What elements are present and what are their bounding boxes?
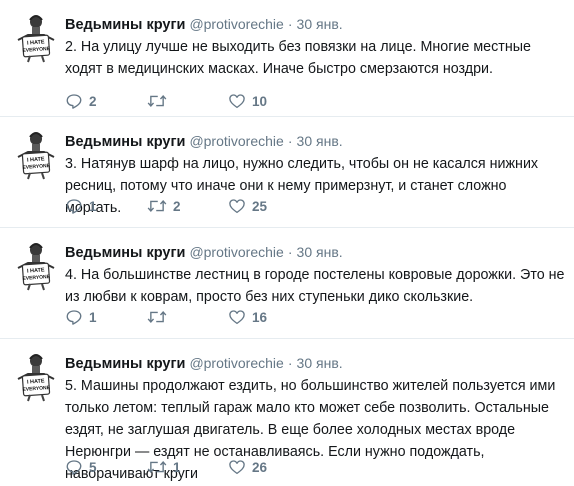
avatar[interactable]: I HATE EVERYONE (10, 12, 62, 64)
like-count: 25 (252, 198, 268, 214)
reply-count: 1 (89, 198, 97, 214)
avatar[interactable]: I HATE EVERYONE (10, 351, 62, 403)
tweet-feed: I HATE EVERYONE Ведьмины круги @protivor… (0, 0, 574, 486)
retweet-icon (147, 199, 167, 213)
retweet-count: 1 (173, 459, 181, 475)
tweet-text: 2. На улицу лучше не выходить без повязк… (65, 39, 531, 77)
author-handle[interactable]: @protivorechie (189, 355, 283, 371)
svg-text:I HATE: I HATE (27, 156, 45, 163)
tweet-actions: 5 1 26 (65, 457, 365, 477)
reply-button[interactable]: 1 (65, 196, 97, 216)
avatar-image: I HATE EVERYONE (10, 12, 62, 64)
heart-icon (229, 199, 245, 214)
retweet-button[interactable] (147, 91, 173, 111)
avatar[interactable]: I HATE EVERYONE (10, 240, 62, 292)
author-name[interactable]: Ведьмины круги (65, 134, 185, 150)
tweet-date[interactable]: 30 янв. (297, 355, 343, 371)
author-name[interactable]: Ведьмины круги (65, 245, 185, 261)
retweet-count: 2 (173, 198, 181, 214)
reply-icon (66, 94, 82, 109)
retweet-icon (147, 94, 167, 108)
svg-text:I HATE: I HATE (27, 267, 45, 274)
like-button[interactable]: 16 (228, 307, 267, 327)
tweet-header: Ведьмины круги @protivorechie · 30 янв. (65, 15, 343, 34)
like-count: 16 (252, 309, 268, 325)
author-handle[interactable]: @protivorechie (189, 133, 283, 149)
tweet-actions: 1 16 (65, 307, 365, 327)
reply-icon (66, 199, 82, 214)
tweet[interactable]: I HATE EVERYONE Ведьмины круги @protivor… (0, 339, 574, 486)
retweet-button[interactable] (147, 307, 173, 327)
tweet-actions: 1 2 25 (65, 196, 365, 216)
retweet-icon (147, 460, 167, 474)
tweet-actions: 2 10 (65, 91, 365, 111)
reply-icon (66, 310, 82, 325)
tweet[interactable]: I HATE EVERYONE Ведьмины круги @protivor… (0, 228, 574, 339)
svg-text:I HATE: I HATE (27, 39, 45, 46)
separator: · (287, 16, 293, 32)
tweet-header: Ведьмины круги @protivorechie · 30 янв. (65, 132, 343, 151)
tweet-header: Ведьмины круги @protivorechie · 30 янв. (65, 243, 343, 262)
tweet-date[interactable]: 30 янв. (297, 133, 343, 149)
reply-icon (66, 460, 82, 475)
reply-button[interactable]: 5 (65, 457, 97, 477)
heart-icon (229, 310, 245, 325)
like-button[interactable]: 26 (228, 457, 267, 477)
like-count: 10 (252, 93, 268, 109)
reply-count: 1 (89, 309, 97, 325)
tweet-text: 4. На большинстве лестниц в городе посте… (65, 267, 565, 305)
avatar-image: I HATE EVERYONE (10, 240, 62, 292)
separator: · (287, 355, 293, 371)
separator: · (287, 244, 293, 260)
like-button[interactable]: 25 (228, 196, 267, 216)
retweet-icon (147, 310, 167, 324)
heart-icon (229, 460, 245, 475)
tweet[interactable]: I HATE EVERYONE Ведьмины круги @protivor… (0, 117, 574, 228)
avatar-image: I HATE EVERYONE (10, 351, 62, 403)
tweet-date[interactable]: 30 янв. (297, 16, 343, 32)
retweet-button[interactable]: 1 (147, 457, 181, 477)
avatar[interactable]: I HATE EVERYONE (10, 129, 62, 181)
reply-button[interactable]: 1 (65, 307, 97, 327)
author-handle[interactable]: @protivorechie (189, 244, 283, 260)
avatar-image: I HATE EVERYONE (10, 129, 62, 181)
tweet[interactable]: I HATE EVERYONE Ведьмины круги @protivor… (0, 0, 574, 117)
author-name[interactable]: Ведьмины круги (65, 17, 185, 33)
retweet-button[interactable]: 2 (147, 196, 181, 216)
separator: · (287, 133, 293, 149)
author-name[interactable]: Ведьмины круги (65, 356, 185, 372)
like-button[interactable]: 10 (228, 91, 267, 111)
tweet-date[interactable]: 30 янв. (297, 244, 343, 260)
heart-icon (229, 94, 245, 109)
reply-button[interactable]: 2 (65, 91, 97, 111)
author-handle[interactable]: @protivorechie (189, 16, 283, 32)
svg-text:I HATE: I HATE (27, 378, 45, 385)
like-count: 26 (252, 459, 268, 475)
reply-count: 2 (89, 93, 97, 109)
tweet-header: Ведьмины круги @protivorechie · 30 янв. (65, 354, 343, 373)
reply-count: 5 (89, 459, 97, 475)
